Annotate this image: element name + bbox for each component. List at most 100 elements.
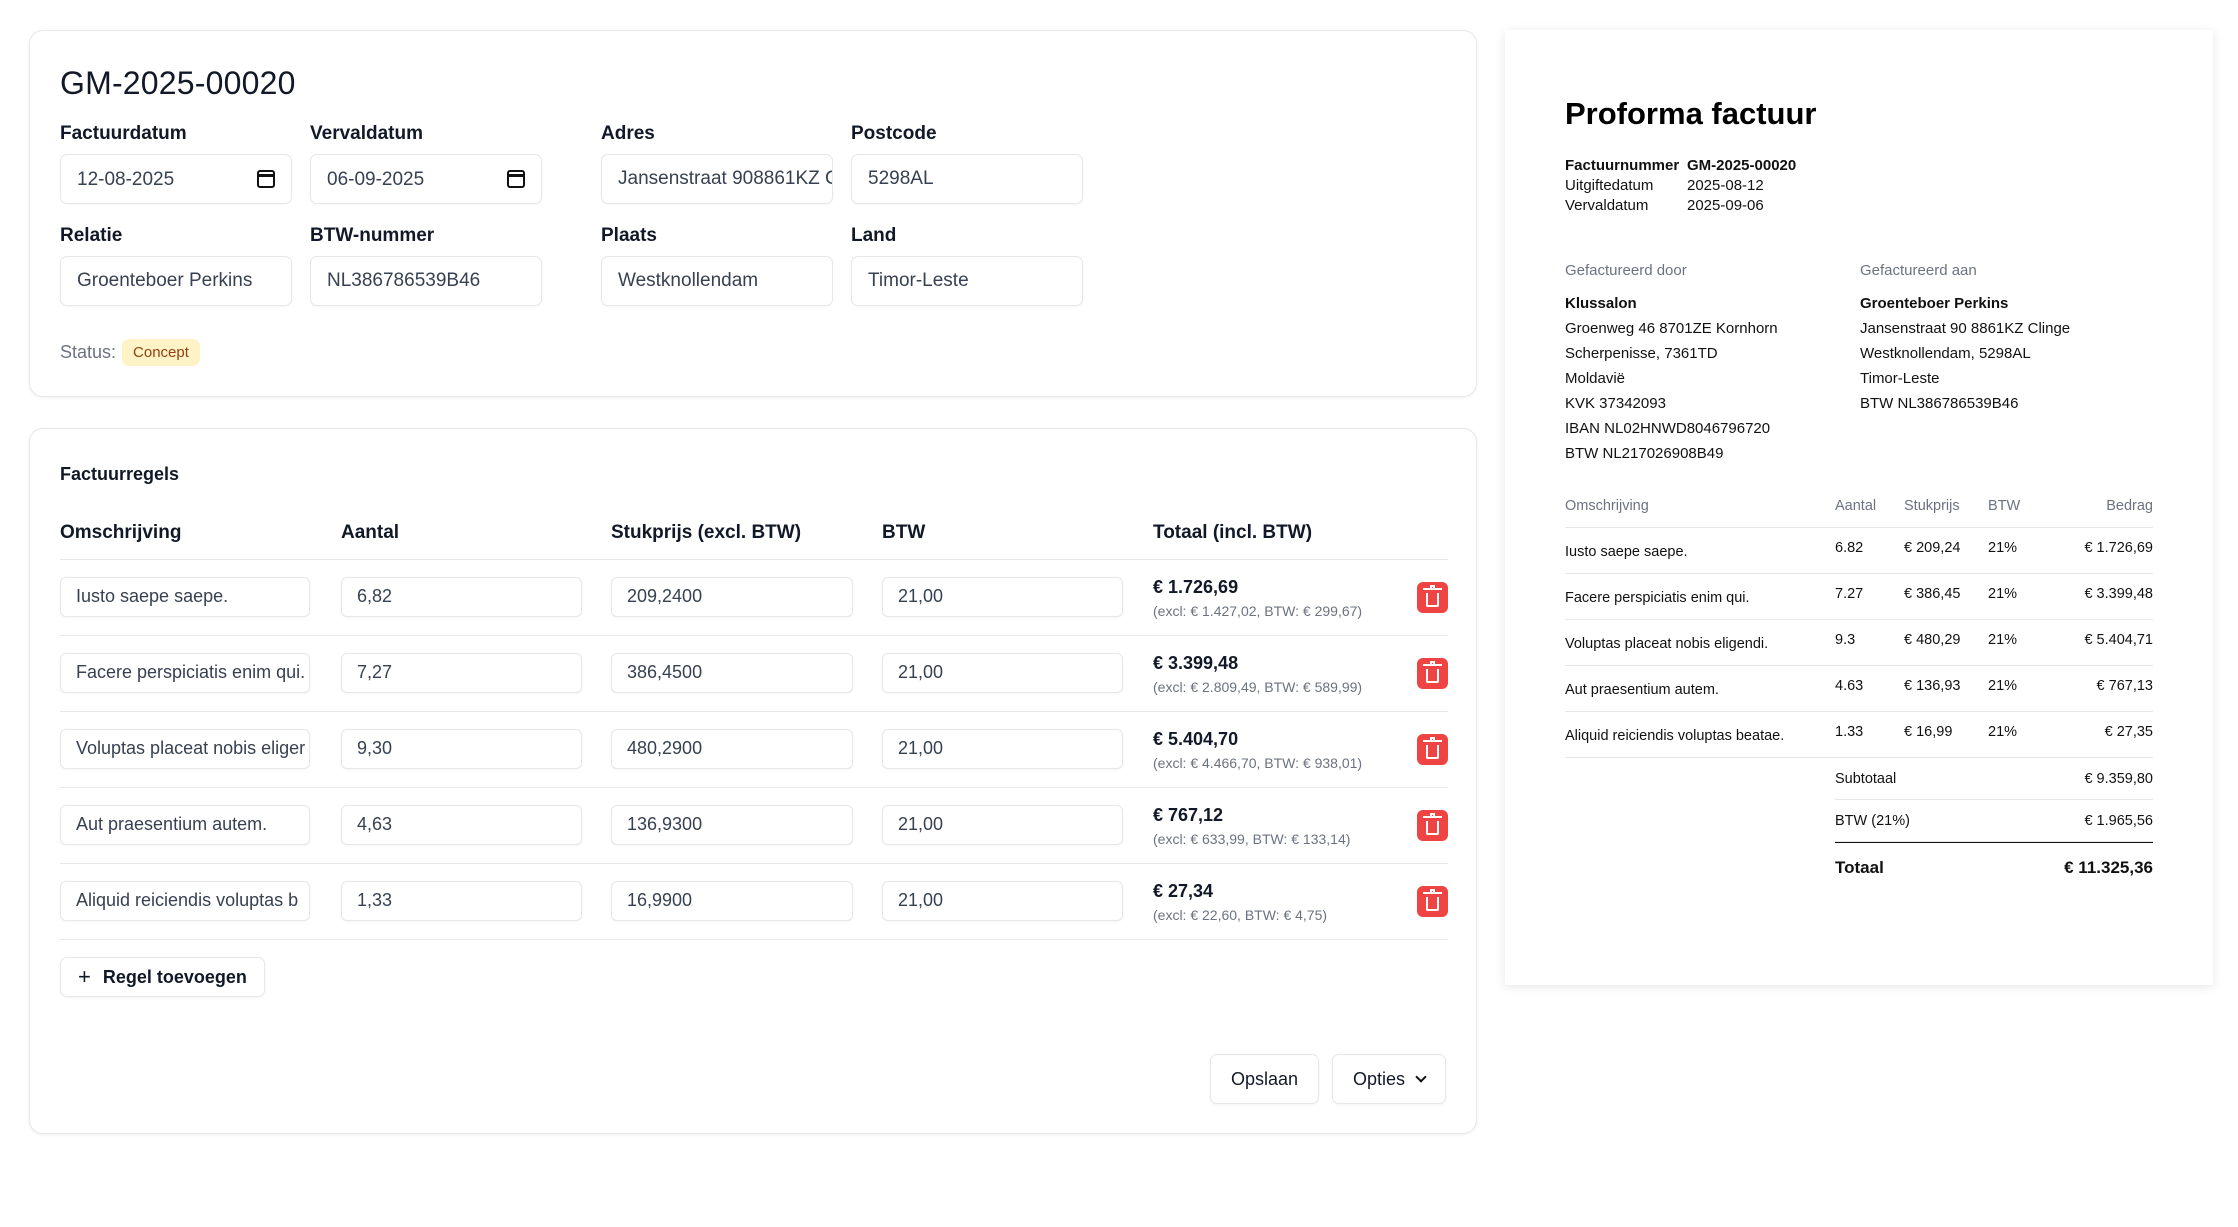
billed-to-line: Timor-Leste <box>1860 370 1940 387</box>
trash-icon <box>1423 584 1442 607</box>
trash-icon <box>1423 812 1442 835</box>
preview-unit-price: € 480,29 <box>1904 632 1961 648</box>
quantity-input[interactable]: 6,82 <box>341 577 582 617</box>
delete-row-button[interactable] <box>1417 886 1448 917</box>
subtotal-value: € 9.359,80 <box>2084 770 2153 787</box>
preview-vat-row: BTW (21%) € 1.965,56 <box>1835 800 2153 842</box>
table-row: Iusto saepe saepe. 6,82 209,2400 21,00 €… <box>60 560 1448 636</box>
trash-icon <box>1423 888 1442 911</box>
invoice-header-card: GM-2025-00020 Factuurdatum 12-08-2025 Ve… <box>29 30 1477 397</box>
table-row: Facere perspiciatis enim qui. 7,27 386,4… <box>60 636 1448 712</box>
preview-description: Aliquid reiciendis voluptas beatae. <box>1565 728 1785 744</box>
vat-total-label: BTW (21%) <box>1835 812 1910 829</box>
options-dropdown-button[interactable]: Opties <box>1332 1054 1447 1104</box>
vat-number-input[interactable]: NL386786539B46 <box>310 256 542 306</box>
preview-quantity: 4.63 <box>1835 678 1864 694</box>
billed-to-line: Jansenstraat 90 8861KZ Clinge <box>1860 320 2071 337</box>
quantity-input[interactable]: 9,30 <box>341 729 582 769</box>
preview-table-row: Aut praesentium autem. 4.63 € 136,93 21%… <box>1565 666 2153 712</box>
meta-row: Uitgiftedatum 2025-08-12 <box>1565 177 1796 197</box>
description-input[interactable]: Facere perspiciatis enim qui. <box>60 653 310 693</box>
plus-icon: + <box>78 964 91 989</box>
save-button[interactable]: Opslaan <box>1210 1054 1320 1104</box>
unit-price-input[interactable]: 136,9300 <box>611 805 853 845</box>
preview-description: Voluptas placeat nobis eligendi. <box>1565 636 1769 652</box>
meta-key: Vervaldatum <box>1565 197 1649 214</box>
city-input[interactable]: Westknollendam <box>601 256 833 306</box>
trash-icon <box>1423 660 1442 683</box>
billed-by-line: Scherpenisse, 7361TD <box>1565 345 1718 362</box>
trash-icon <box>1423 736 1442 759</box>
preview-table-row: Facere perspiciatis enim qui. 7.27 € 386… <box>1565 574 2153 620</box>
preview-table-row: Aliquid reiciendis voluptas beatae. 1.33… <box>1565 712 2153 758</box>
preview-col-description: Omschrijving <box>1565 498 1649 514</box>
unit-price-input[interactable]: 16,9900 <box>611 881 853 921</box>
invoice-date-input[interactable]: 12-08-2025 <box>60 154 292 204</box>
row-total-incl: € 1.726,69 <box>1153 577 1239 597</box>
row-total-breakdown: (excl: € 2.809,49, BTW: € 589,99) <box>1153 679 1363 695</box>
description-input[interactable]: Voluptas placeat nobis eliger <box>60 729 310 769</box>
due-date-input[interactable]: 06-09-2025 <box>310 154 542 204</box>
country-input[interactable]: Timor-Leste <box>851 256 1083 306</box>
description-input[interactable]: Aut praesentium autem. <box>60 805 310 845</box>
billed-by-line: Groenweg 46 8701ZE Kornhorn <box>1565 320 1778 337</box>
delete-row-button[interactable] <box>1417 734 1448 765</box>
meta-value: GM-2025-00020 <box>1687 157 1797 174</box>
relation-input[interactable]: Groenteboer Perkins <box>60 256 292 306</box>
calendar-icon[interactable] <box>257 170 275 188</box>
preview-col-amount: Bedrag <box>2106 498 2153 514</box>
calendar-icon[interactable] <box>507 170 525 188</box>
preview-amount: € 3.399,48 <box>2084 586 2153 602</box>
row-total-breakdown: (excl: € 4.466,70, BTW: € 938,01) <box>1153 755 1363 771</box>
city-label: Plaats <box>601 225 657 246</box>
delete-row-button[interactable] <box>1417 582 1448 613</box>
preview-amount: € 5.404,71 <box>2084 632 2153 648</box>
column-header-quantity: Aantal <box>341 522 400 543</box>
vat-input[interactable]: 21,00 <box>882 729 1123 769</box>
preview-description: Aut praesentium autem. <box>1565 682 1719 698</box>
unit-price-input[interactable]: 209,2400 <box>611 577 853 617</box>
invoice-date-value: 12-08-2025 <box>77 168 175 190</box>
preview-quantity: 6.82 <box>1835 540 1864 556</box>
billed-by-line: BTW NL217026908B49 <box>1565 445 1724 462</box>
row-total-incl: € 767,12 <box>1153 805 1224 825</box>
unit-price-input[interactable]: 480,2900 <box>611 729 853 769</box>
vat-input[interactable]: 21,00 <box>882 577 1123 617</box>
preview-vat: 21% <box>1988 586 2018 602</box>
description-input[interactable]: Iusto saepe saepe. <box>60 577 310 617</box>
quantity-input[interactable]: 1,33 <box>341 881 582 921</box>
postcode-input[interactable]: 5298AL <box>851 154 1083 204</box>
quantity-input[interactable]: 7,27 <box>341 653 582 693</box>
vat-number-label: BTW-nummer <box>310 225 435 246</box>
description-input[interactable]: Aliquid reiciendis voluptas b <box>60 881 310 921</box>
meta-value: 2025-08-12 <box>1687 177 1764 194</box>
address-label: Adres <box>601 123 655 144</box>
table-row: Aut praesentium autem. 4,63 136,9300 21,… <box>60 788 1448 864</box>
preview-unit-price: € 16,99 <box>1904 724 1953 740</box>
preview-table-header: Omschrijving Aantal Stukprijs BTW Bedrag <box>1565 498 2153 528</box>
preview-vat: 21% <box>1988 724 2018 740</box>
unit-price-input[interactable]: 386,4500 <box>611 653 853 693</box>
address-input[interactable]: Jansenstraat 908861KZ Cl <box>601 154 833 204</box>
preview-vat: 21% <box>1988 540 2018 556</box>
country-label: Land <box>851 225 897 246</box>
preview-unit-price: € 209,24 <box>1904 540 1961 556</box>
add-line-button[interactable]: + Regel toevoegen <box>60 957 265 997</box>
row-total: € 767,12 (excl: € 633,99, BTW: € 133,14) <box>1153 805 1350 847</box>
billed-to-name: Groenteboer Perkins <box>1860 295 2009 312</box>
preview-quantity: 1.33 <box>1835 724 1864 740</box>
vat-input[interactable]: 21,00 <box>882 653 1123 693</box>
grand-total-label: Totaal <box>1835 857 1884 877</box>
quantity-input[interactable]: 4,63 <box>341 805 582 845</box>
meta-row: Vervaldatum 2025-09-06 <box>1565 197 1796 217</box>
row-total: € 3.399,48 (excl: € 2.809,49, BTW: € 589… <box>1153 653 1362 695</box>
delete-row-button[interactable] <box>1417 658 1448 689</box>
billed-by-line: Moldavië <box>1565 370 1626 387</box>
vat-input[interactable]: 21,00 <box>882 881 1123 921</box>
vat-input[interactable]: 21,00 <box>882 805 1123 845</box>
delete-row-button[interactable] <box>1417 810 1448 841</box>
meta-key: Uitgiftedatum <box>1565 177 1654 194</box>
billed-by: Gefactureerd door Klussalon Groenweg 46 … <box>1565 258 1778 466</box>
preview-col-unit-price: Stukprijs <box>1904 498 1960 514</box>
preview-quantity: 7.27 <box>1835 586 1864 602</box>
